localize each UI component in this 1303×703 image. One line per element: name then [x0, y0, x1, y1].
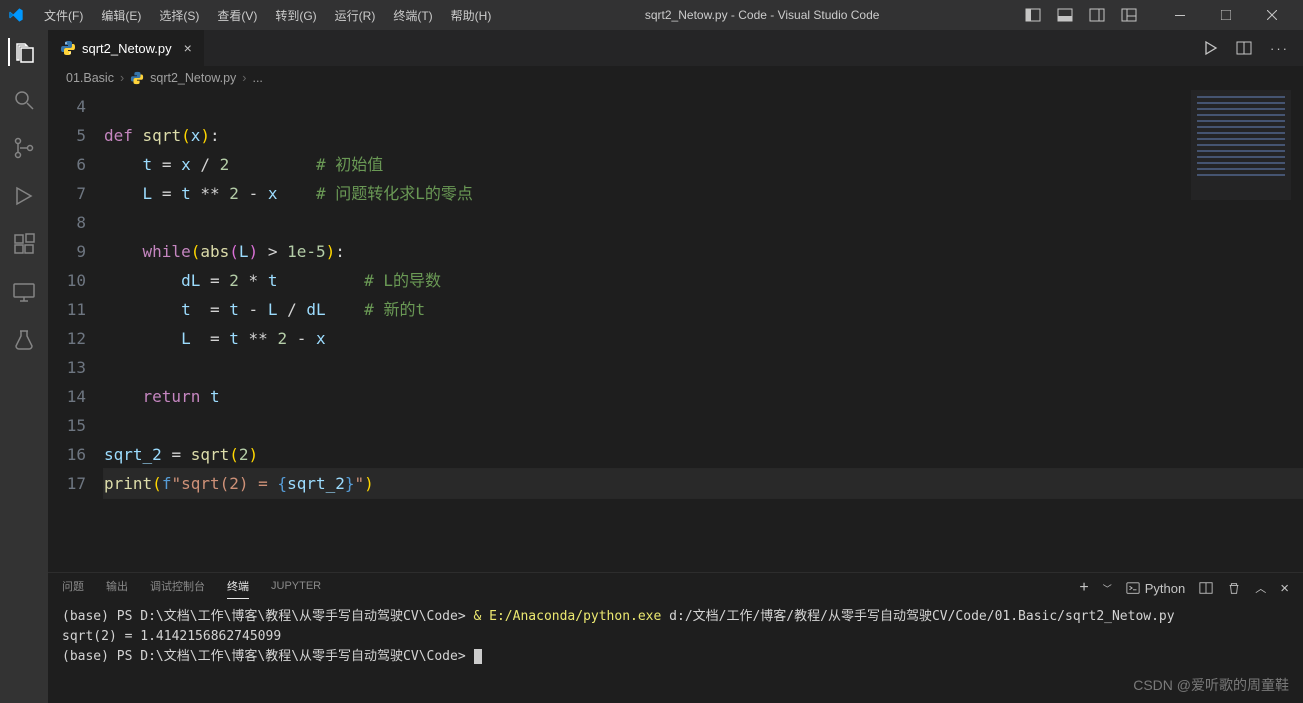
tab-filename: sqrt2_Netow.py — [82, 41, 172, 56]
code-area[interactable]: def sqrt(x): t = x / 2 # 初始值 L = t ** 2 … — [104, 90, 1303, 572]
menu-item[interactable]: 运行(R) — [327, 3, 384, 28]
source-control-icon[interactable] — [10, 134, 38, 162]
panel-tab[interactable]: 终端 — [227, 578, 249, 599]
python-file-icon — [60, 40, 76, 56]
menu-item[interactable]: 选择(S) — [151, 3, 207, 28]
panel-actions: + ﹀ Python ︿ × — [1079, 579, 1289, 597]
panel-tab[interactable]: JUPYTER — [271, 580, 321, 596]
run-debug-icon[interactable] — [10, 182, 38, 210]
panel-tab[interactable]: 问题 — [62, 578, 84, 598]
menu-item[interactable]: 帮助(H) — [443, 3, 500, 28]
breadcrumbs[interactable]: 01.Basic › sqrt2_Netow.py › ... — [48, 66, 1303, 90]
close-panel-icon[interactable]: × — [1280, 580, 1289, 597]
menu-item[interactable]: 编辑(E) — [93, 3, 149, 28]
close-tab-icon[interactable]: × — [184, 40, 192, 56]
remote-icon[interactable] — [10, 278, 38, 306]
panel-tab[interactable]: 调试控制台 — [150, 578, 205, 598]
split-terminal-icon[interactable] — [1199, 581, 1213, 595]
search-icon[interactable] — [10, 86, 38, 114]
window-controls — [1157, 0, 1295, 30]
panel-tabs: 问题 输出 调试控制台 终端 JUPYTER + ﹀ Python ︿ × — [48, 573, 1303, 603]
menu-item[interactable]: 查看(V) — [209, 3, 265, 28]
minimize-button[interactable] — [1157, 0, 1203, 30]
kill-terminal-icon[interactable] — [1227, 581, 1241, 595]
layout-controls — [1025, 7, 1137, 23]
breadcrumb-extra[interactable]: ... — [252, 71, 262, 85]
terminal-dropdown-icon[interactable]: ﹀ — [1103, 582, 1112, 595]
window-title: sqrt2_Netow.py - Code - Visual Studio Co… — [499, 8, 1025, 22]
python-file-icon — [130, 71, 144, 85]
breadcrumb-file[interactable]: sqrt2_Netow.py — [150, 71, 236, 85]
testing-icon[interactable] — [10, 326, 38, 354]
run-icon[interactable] — [1202, 40, 1218, 56]
menu-item[interactable]: 终端(T) — [385, 3, 440, 28]
panel-tab[interactable]: 输出 — [106, 578, 128, 598]
bottom-panel: 问题 输出 调试控制台 终端 JUPYTER + ﹀ Python ︿ × (base)… — [48, 572, 1303, 703]
breadcrumb-folder[interactable]: 01.Basic — [66, 71, 114, 85]
menu-bar: 文件(F)编辑(E)选择(S)查看(V)转到(G)运行(R)终端(T)帮助(H) — [36, 3, 499, 28]
extensions-icon[interactable] — [10, 230, 38, 258]
tab-active[interactable]: sqrt2_Netow.py × — [48, 30, 205, 66]
line-number-gutter: 4567891011121314151617 — [48, 90, 104, 572]
tabs-bar: sqrt2_Netow.py × ··· — [48, 30, 1303, 66]
new-terminal-icon[interactable]: + — [1079, 579, 1088, 597]
vscode-logo-icon — [8, 7, 24, 23]
minimap[interactable] — [1191, 90, 1291, 200]
panel-right-icon[interactable] — [1089, 7, 1105, 23]
split-editor-icon[interactable] — [1236, 40, 1252, 56]
menu-item[interactable]: 转到(G) — [267, 3, 324, 28]
panel-left-icon[interactable] — [1025, 7, 1041, 23]
layout-icon[interactable] — [1121, 7, 1137, 23]
terminal-output[interactable]: (base) PS D:\文档\工作\博客\教程\从零手写自动驾驶CV\Code… — [48, 603, 1303, 703]
title-bar: 文件(F)编辑(E)选择(S)查看(V)转到(G)运行(R)终端(T)帮助(H)… — [0, 0, 1303, 30]
panel-bottom-icon[interactable] — [1057, 7, 1073, 23]
chevron-up-icon[interactable]: ︿ — [1255, 580, 1266, 596]
editor-content[interactable]: 4567891011121314151617 def sqrt(x): t = … — [48, 90, 1303, 572]
tab-actions: ··· — [1202, 30, 1303, 66]
chevron-right-icon: › — [120, 71, 124, 85]
chevron-right-icon: › — [242, 71, 246, 85]
watermark: CSDN @爱听歌的周童鞋 — [1133, 675, 1289, 695]
menu-item[interactable]: 文件(F) — [36, 3, 91, 28]
activity-bar — [0, 30, 48, 703]
more-actions-icon[interactable]: ··· — [1270, 41, 1289, 56]
editor-area: sqrt2_Netow.py × ··· 01.Basic › sqrt2_Ne… — [48, 30, 1303, 703]
maximize-button[interactable] — [1203, 0, 1249, 30]
explorer-icon[interactable] — [8, 38, 38, 66]
close-button[interactable] — [1249, 0, 1295, 30]
terminal-profile[interactable]: Python — [1126, 581, 1185, 596]
